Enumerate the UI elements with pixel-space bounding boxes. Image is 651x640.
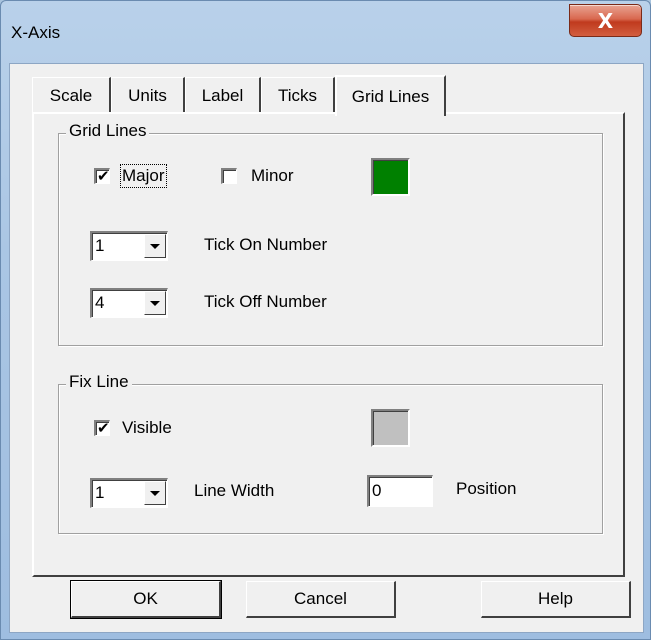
grid-lines-group-label: Grid Lines — [66, 121, 150, 141]
tab-units[interactable]: Units — [111, 77, 185, 113]
close-icon: X — [597, 8, 614, 33]
major-label: Major — [120, 164, 167, 188]
fix-line-group-label: Fix Line — [66, 372, 132, 392]
tab-label[interactable]: Label — [185, 77, 261, 113]
tab-panel-grid-lines: Grid Lines ✔ Major Minor 1 Tick On Numbe… — [32, 112, 625, 577]
tick-off-select[interactable]: 4 — [90, 288, 168, 318]
grid-color-swatch[interactable] — [371, 158, 410, 196]
fix-line-color-swatch[interactable] — [371, 409, 410, 447]
dialog-window: X-Axis X Scale Units Label Ticks Grid Li… — [0, 0, 651, 640]
tab-label: Scale — [49, 85, 93, 105]
visible-checkbox[interactable]: ✔ — [94, 419, 110, 437]
minor-label: Minor — [251, 166, 294, 185]
visible-label: Visible — [122, 418, 172, 437]
chevron-down-icon — [150, 300, 160, 306]
tab-grid-lines[interactable]: Grid Lines — [335, 75, 446, 116]
ok-button[interactable]: OK — [70, 580, 222, 619]
line-width-select[interactable]: 1 — [90, 478, 168, 508]
major-checkbox[interactable]: ✔ — [94, 167, 110, 185]
dropdown-arrow[interactable] — [144, 291, 166, 315]
help-button-label: Help — [538, 589, 573, 608]
fix-line-group — [58, 384, 603, 534]
tab-ticks[interactable]: Ticks — [261, 77, 335, 113]
position-label: Position — [456, 479, 517, 498]
window-title: X-Axis — [11, 23, 61, 42]
line-width-value: 1 — [95, 483, 105, 502]
tab-label: Grid Lines — [351, 86, 430, 106]
cancel-button[interactable]: Cancel — [246, 581, 396, 618]
tick-on-label: Tick On Number — [204, 235, 328, 254]
check-icon: ✔ — [97, 419, 110, 437]
help-button[interactable]: Help — [481, 581, 631, 618]
chevron-down-icon — [150, 490, 160, 496]
tick-off-value: 4 — [95, 293, 105, 312]
tab-label: Ticks — [277, 85, 318, 105]
tab-label-text: Label — [201, 85, 244, 105]
cancel-button-label: Cancel — [294, 589, 347, 608]
tick-on-value: 1 — [95, 236, 105, 255]
line-width-label: Line Width — [194, 481, 275, 500]
minor-checkbox[interactable] — [221, 168, 237, 184]
dialog-client-area: Scale Units Label Ticks Grid Lines Grid … — [9, 63, 644, 633]
tab-scale[interactable]: Scale — [32, 77, 111, 113]
chevron-down-icon — [150, 243, 160, 249]
ok-button-label: OK — [133, 589, 158, 608]
tab-label: Units — [128, 85, 167, 105]
tick-off-label: Tick Off Number — [204, 292, 327, 311]
close-button[interactable]: X — [569, 4, 642, 37]
position-value: 0 — [372, 481, 382, 500]
check-icon: ✔ — [97, 167, 110, 185]
dropdown-arrow[interactable] — [144, 481, 166, 505]
tick-on-select[interactable]: 1 — [90, 231, 168, 261]
dropdown-arrow[interactable] — [144, 234, 166, 258]
position-input[interactable]: 0 — [367, 475, 433, 507]
